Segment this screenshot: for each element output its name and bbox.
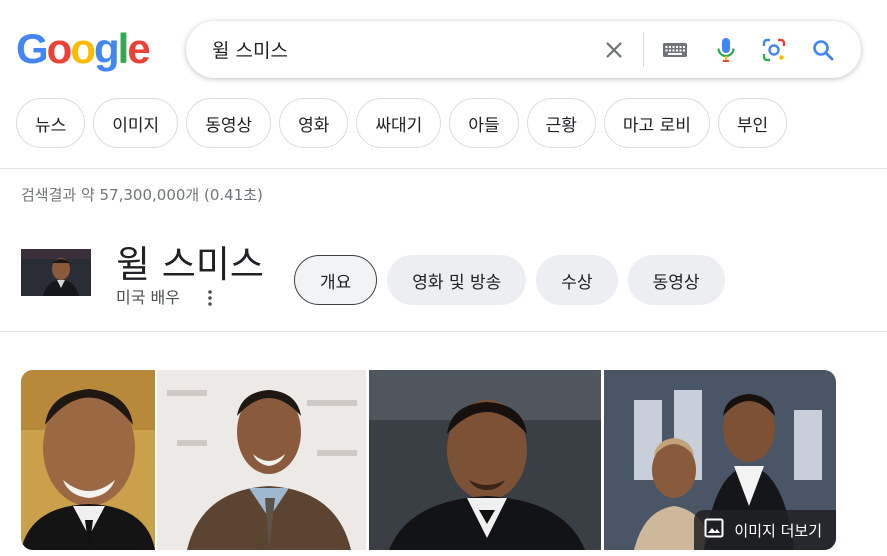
image-icon [704,518,724,542]
logo-letter: G [16,25,49,72]
filter-chips: 뉴스 이미지 동영상 영화 싸대기 아들 근황 마고 로비 부인 [16,98,788,148]
camera-lens-icon[interactable] [759,35,789,65]
chip-slap[interactable]: 싸대기 [356,98,442,148]
search-input[interactable]: 윌 스미스 [212,36,288,63]
google-logo[interactable]: Google [16,25,151,72]
tab-overview[interactable]: 개요 [294,255,378,305]
tab-awards[interactable]: 수상 [536,255,618,305]
tab-videos[interactable]: 동영상 [627,255,725,305]
search-divider [643,32,644,67]
gallery-image[interactable] [157,370,366,550]
result-stats: 검색결과 약 57,300,000개 (0.41초) [21,186,263,204]
more-options-icon[interactable] [203,288,217,308]
chip-margot-robbie[interactable]: 마고 로비 [603,98,710,148]
chip-wife[interactable]: 부인 [717,98,788,148]
gallery-image[interactable] [369,370,601,550]
entity-title: 윌 스미스 [116,243,264,286]
logo-letter: o [70,25,96,72]
search-icon[interactable] [808,35,838,65]
entity-subtitle: 미국 배우 [116,288,180,307]
chip-images[interactable]: 이미지 [93,98,179,148]
chip-recent[interactable]: 근황 [526,98,596,148]
more-images-label: 이미지 더보기 [734,521,822,540]
keyboard-icon[interactable] [660,35,690,65]
logo-letter: o [46,25,73,72]
tab-movies-tv[interactable]: 영화 및 방송 [387,255,527,305]
microphone-icon[interactable] [711,35,741,65]
search-box[interactable]: 윌 스미스 [186,21,861,78]
chip-news[interactable]: 뉴스 [16,98,86,148]
logo-letter: l [117,25,130,72]
more-images-button[interactable]: 이미지 더보기 [694,510,836,550]
divider [0,168,887,169]
entity-thumbnail[interactable] [21,249,91,296]
entity-tabs: 개요 영화 및 방송 수상 동영상 [294,255,725,305]
gallery-image[interactable] [21,370,155,550]
close-icon[interactable] [599,35,629,65]
chip-son[interactable]: 아들 [449,98,519,148]
logo-letter: g [93,25,120,72]
image-gallery: 이미지 더보기 [21,370,836,550]
chip-videos[interactable]: 동영상 [186,98,272,148]
logo-letter: e [127,25,150,72]
chip-movies[interactable]: 영화 [279,98,349,148]
divider [0,331,887,332]
